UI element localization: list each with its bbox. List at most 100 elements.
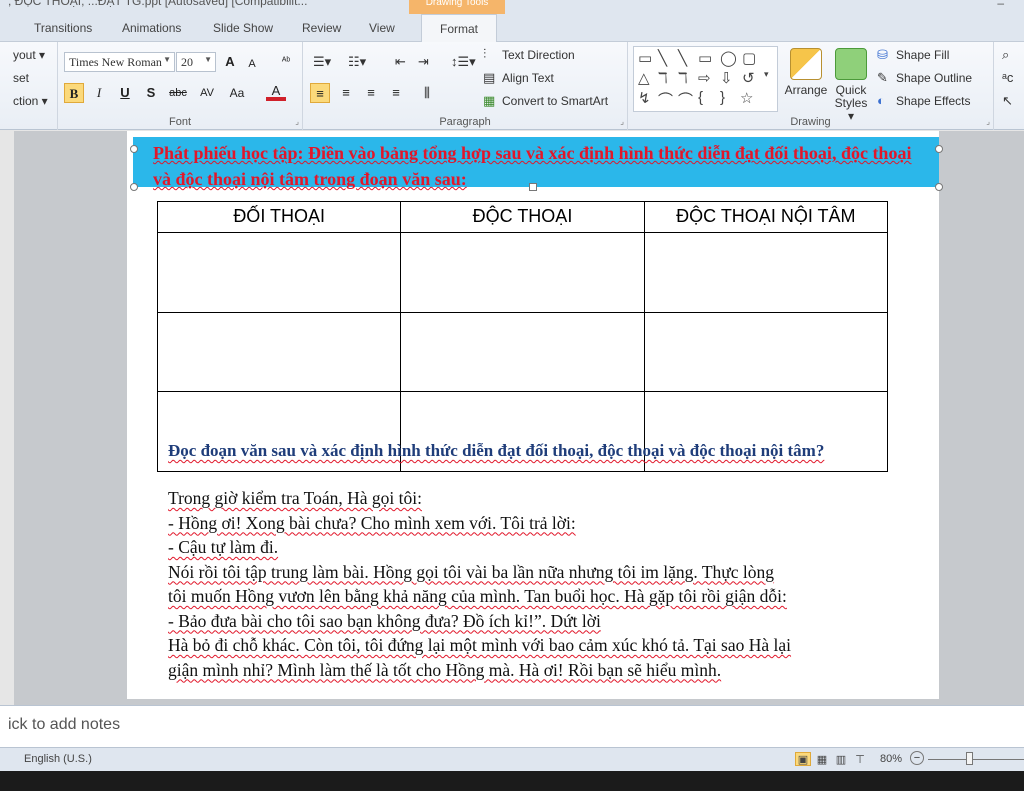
align-center-button[interactable]: ≡: [336, 83, 356, 103]
shape-effects-icon: ◐: [877, 93, 885, 108]
reset-button[interactable]: set: [13, 71, 29, 85]
resize-handle[interactable]: [935, 145, 943, 153]
shadow-button[interactable]: S: [141, 83, 161, 103]
shrink-font-button[interactable]: A: [242, 54, 262, 74]
section-button[interactable]: ction ▾: [13, 94, 48, 108]
tab-animations[interactable]: Animations: [122, 21, 181, 35]
oval-shape-icon[interactable]: ◯: [720, 49, 737, 67]
tab-format[interactable]: Format: [421, 14, 498, 43]
drawing-group-label: Drawing: [790, 116, 831, 128]
numbering-icon[interactable]: ☷▾: [348, 54, 366, 70]
font-size-combo[interactable]: 20 ▼: [176, 52, 216, 72]
find-icon[interactable]: ⌕: [1002, 47, 1009, 63]
status-bar: English (U.S.) ▣ ▦ ▥ ⊤ 80% −: [0, 747, 1024, 771]
tab-view[interactable]: View: [369, 21, 395, 35]
shape-fill-button[interactable]: Shape Fill: [896, 48, 949, 62]
more-shapes-icon[interactable]: ▾: [764, 69, 769, 80]
columns-icon[interactable]: ⫼: [417, 83, 437, 103]
table-cell[interactable]: [156, 311, 402, 393]
strikethrough-button[interactable]: abc: [165, 83, 191, 103]
shape-effects-button[interactable]: Shape Effects: [896, 94, 971, 108]
tab-transitions[interactable]: Transitions: [34, 21, 92, 35]
bold-button[interactable]: B: [64, 83, 84, 103]
language-indicator[interactable]: English (U.S.): [24, 753, 92, 765]
italic-button[interactable]: I: [89, 83, 109, 103]
replace-icon[interactable]: ᵃc: [1002, 70, 1013, 85]
freeform-shape-icon[interactable]: ↯: [638, 89, 651, 107]
convert-smartart-button[interactable]: Convert to SmartArt: [502, 94, 608, 108]
screen-bottom-edge: [0, 771, 1024, 791]
change-case-button[interactable]: Aa: [224, 83, 250, 103]
curve-shape-icon[interactable]: ↺: [742, 69, 755, 87]
minimize-icon[interactable]: –: [997, 0, 1004, 10]
passage-textbox[interactable]: Trong giờ kiểm tra Toán, Hà gọi tôi: - H…: [168, 486, 893, 682]
header-textbox[interactable]: Phát phiếu học tập: Điền vào bảng tổng h…: [133, 137, 939, 189]
right-arrow-shape-icon[interactable]: ⇨: [698, 69, 711, 87]
connector-shape-icon[interactable]: ℸ: [658, 69, 668, 87]
table-cell[interactable]: [643, 311, 889, 393]
font-name-combo[interactable]: Times New Roman ▼: [64, 52, 175, 72]
align-text-button[interactable]: Align Text: [502, 71, 554, 85]
resize-handle[interactable]: [130, 183, 138, 191]
dialog-launcher-icon[interactable]: ⌟: [295, 117, 299, 126]
notes-pane[interactable]: ick to add notes: [0, 705, 1024, 747]
chevron-down-icon: ▼: [204, 55, 212, 64]
rounded-rect-shape-icon[interactable]: ▢: [742, 49, 756, 67]
line-shape-icon[interactable]: ╲: [658, 49, 667, 67]
brace-shape-icon[interactable]: }: [720, 89, 725, 106]
align-right-button[interactable]: ≡: [361, 83, 381, 103]
layout-button[interactable]: yout ▾: [13, 48, 45, 62]
resize-handle[interactable]: [935, 183, 943, 191]
select-icon[interactable]: ↖: [1002, 93, 1013, 109]
font-color-button[interactable]: A: [266, 81, 286, 101]
resize-handle[interactable]: [130, 145, 138, 153]
arc-shape-icon[interactable]: ⌒: [678, 89, 693, 110]
bullets-icon[interactable]: ☰▾: [313, 54, 331, 70]
zoom-slider-track[interactable]: [928, 759, 1024, 760]
table-cell[interactable]: [400, 231, 645, 313]
text-direction-button[interactable]: Text Direction: [502, 48, 575, 62]
resize-handle[interactable]: [529, 183, 537, 191]
table-cell[interactable]: [156, 231, 402, 313]
slideshow-view-icon[interactable]: ⊤: [852, 753, 868, 767]
star-shape-icon[interactable]: ☆: [740, 89, 753, 107]
dialog-launcher-icon[interactable]: ⌟: [986, 117, 990, 126]
shapes-gallery[interactable]: ▭ ╲ ╲ ▭ ◯ ▢ △ ℸ ℸ ⇨ ⇩ ↺ ↯ ⌒ ⌒ { } ☆ ▾: [633, 46, 778, 112]
quick-styles-button[interactable]: Quick Styles ▾: [831, 48, 871, 123]
table-cell[interactable]: [400, 311, 645, 393]
summary-table[interactable]: ĐỐI THOẠI ĐỘC THOẠI ĐỘC THOẠI NỘI TÂM: [156, 201, 889, 472]
curve-shape-icon[interactable]: ⌒: [658, 89, 673, 110]
reading-view-icon[interactable]: ▥: [833, 753, 849, 767]
normal-view-icon[interactable]: ▣: [795, 752, 811, 766]
textbox-shape-icon[interactable]: ▭: [638, 49, 652, 67]
clear-formatting-button[interactable]: ᴬᵇ: [276, 52, 296, 72]
arrange-button[interactable]: Arrange: [781, 48, 831, 97]
shape-outline-button[interactable]: Shape Outline: [896, 71, 972, 85]
arrange-icon: [790, 48, 822, 80]
connector-shape-icon[interactable]: ℸ: [678, 69, 688, 87]
line-spacing-icon[interactable]: ↕☰▾: [451, 54, 476, 70]
down-arrow-shape-icon[interactable]: ⇩: [720, 69, 733, 87]
align-left-button[interactable]: ≡: [310, 83, 330, 103]
justify-button[interactable]: ≡: [386, 83, 406, 103]
title-bar: , ĐỘC THOẠI, ...ĐẠT TG.ppt [Autosaved] […: [0, 0, 1024, 14]
increase-indent-icon[interactable]: ⇥: [418, 54, 429, 70]
rectangle-shape-icon[interactable]: ▭: [698, 49, 712, 67]
triangle-shape-icon[interactable]: △: [638, 69, 650, 87]
decrease-indent-icon[interactable]: ⇤: [395, 54, 406, 70]
slide-sorter-icon[interactable]: ▦: [814, 753, 830, 767]
character-spacing-button[interactable]: AV: [195, 83, 219, 103]
zoom-level[interactable]: 80%: [880, 753, 902, 765]
zoom-slider-thumb[interactable]: [966, 752, 973, 765]
line-shape-icon[interactable]: ╲: [678, 49, 687, 67]
slide-canvas[interactable]: Phát phiếu học tập: Điền vào bảng tổng h…: [127, 131, 943, 699]
brace-shape-icon[interactable]: {: [698, 89, 703, 106]
dialog-launcher-icon[interactable]: ⌟: [620, 117, 624, 126]
zoom-out-icon[interactable]: −: [910, 751, 924, 765]
grow-font-button[interactable]: A: [220, 52, 240, 72]
drawing-tools-context-tab[interactable]: Drawing Tools: [409, 0, 505, 14]
table-cell[interactable]: [643, 231, 889, 313]
underline-button[interactable]: U: [115, 83, 135, 103]
tab-review[interactable]: Review: [302, 21, 341, 35]
tab-slide-show[interactable]: Slide Show: [213, 21, 273, 35]
